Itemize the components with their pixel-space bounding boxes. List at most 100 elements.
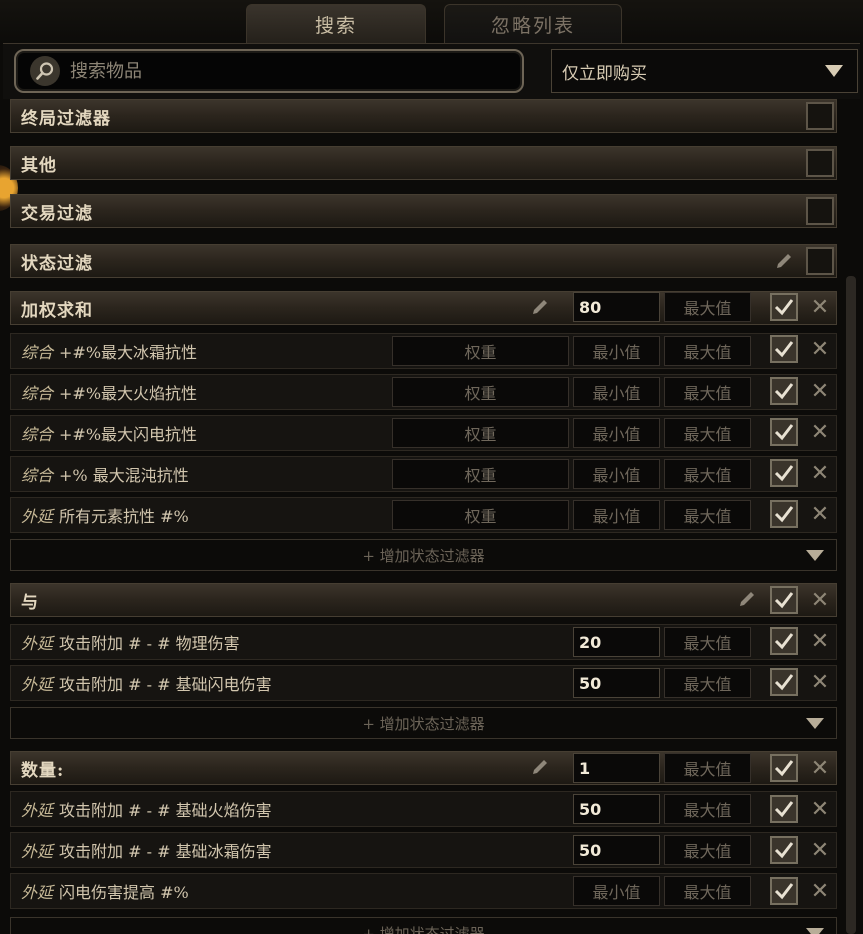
stat-enable-checkbox[interactable] [770, 795, 798, 823]
checkmark-icon [774, 883, 794, 900]
max-input[interactable]: 最大值 [664, 794, 751, 824]
min-input[interactable]: 最小值 [573, 459, 660, 489]
group-min-input[interactable]: 80 [573, 292, 660, 322]
stat-text: 攻击附加 # - # 基础冰霜伤害 [59, 842, 272, 861]
triangle-down-icon [806, 718, 824, 729]
add-stat-filter-button[interactable]: + 增加状态过滤器 [10, 539, 837, 571]
category-endgame-filters[interactable]: 终局过滤器 [10, 99, 837, 133]
x-icon[interactable]: ✕ [808, 418, 832, 446]
search-input[interactable] [68, 59, 492, 83]
purchase-type-select[interactable]: 仅立即购买 [551, 49, 858, 93]
scrollbar[interactable] [846, 276, 856, 934]
max-input[interactable]: 最大值 [664, 876, 751, 906]
category-checkbox[interactable] [806, 247, 834, 275]
weight-input[interactable]: 权重 [392, 459, 569, 489]
filter-list: 终局过滤器 其他 交易过滤 状态过滤 加权求和 80 最大值 ✕ 综合 +#%最大… [0, 99, 863, 934]
min-input[interactable]: 最小值 [573, 336, 660, 366]
min-input[interactable]: 50 [573, 794, 660, 824]
group-max-input[interactable]: 最大值 [664, 753, 751, 783]
category-checkbox[interactable] [806, 149, 834, 177]
stat-enable-checkbox[interactable] [770, 418, 798, 446]
category-checkbox[interactable] [806, 102, 834, 130]
group-enable-checkbox[interactable] [770, 586, 798, 614]
stat-enable-checkbox[interactable] [770, 877, 798, 905]
stat-text: 攻击附加 # - # 物理伤害 [59, 634, 240, 653]
stat-prefix: 外延 [21, 842, 54, 861]
stat-text: +% 最大混沌抗性 [59, 466, 189, 485]
x-icon[interactable]: ✕ [808, 335, 832, 363]
x-icon[interactable]: ✕ [808, 877, 832, 905]
x-icon[interactable]: ✕ [808, 627, 832, 655]
add-stat-filter-button[interactable]: + 增加状态过滤器 [10, 917, 837, 934]
category-trade-filters[interactable]: 交易过滤 [10, 194, 837, 228]
add-stat-filter-button[interactable]: + 增加状态过滤器 [10, 707, 837, 739]
checkmark-icon [774, 383, 794, 400]
weight-input[interactable]: 权重 [392, 377, 569, 407]
group-and-header[interactable]: 与 [10, 583, 837, 617]
x-icon[interactable]: ✕ [808, 836, 832, 864]
tab-search[interactable]: 搜索 [246, 4, 426, 44]
min-input[interactable]: 最小值 [573, 377, 660, 407]
min-input[interactable]: 最小值 [573, 876, 660, 906]
category-checkbox[interactable] [806, 197, 834, 225]
min-input[interactable]: 最小值 [573, 418, 660, 448]
stat-text: +#%最大闪电抗性 [59, 425, 198, 444]
stat-enable-checkbox[interactable] [770, 377, 798, 405]
stat-prefix: 综合 [21, 425, 54, 444]
checkmark-icon [774, 842, 794, 859]
weight-input[interactable]: 权重 [392, 336, 569, 366]
tab-ignore-list[interactable]: 忽略列表 [444, 4, 622, 44]
max-input[interactable]: 最大值 [664, 627, 751, 657]
max-input[interactable]: 最大值 [664, 668, 751, 698]
stat-text: 攻击附加 # - # 基础闪电伤害 [59, 675, 272, 694]
stat-enable-checkbox[interactable] [770, 500, 798, 528]
pencil-icon[interactable] [774, 251, 796, 273]
group-label: 加权求和 [21, 300, 93, 321]
max-input[interactable]: 最大值 [664, 418, 751, 448]
x-icon[interactable]: ✕ [808, 586, 832, 614]
checkmark-icon [774, 801, 794, 818]
triangle-down-icon [806, 550, 824, 561]
min-input[interactable]: 50 [573, 668, 660, 698]
max-input[interactable]: 最大值 [664, 336, 751, 366]
x-icon[interactable]: ✕ [808, 459, 832, 487]
stat-prefix: 综合 [21, 384, 54, 403]
x-icon[interactable]: ✕ [808, 500, 832, 528]
stat-prefix: 外延 [21, 801, 54, 820]
category-stat-filters[interactable]: 状态过滤 [10, 244, 837, 278]
group-enable-checkbox[interactable] [770, 754, 798, 782]
stat-prefix: 外延 [21, 883, 54, 902]
category-label: 其他 [21, 155, 57, 176]
pencil-icon[interactable] [530, 297, 552, 319]
x-icon[interactable]: ✕ [808, 754, 832, 782]
weight-input[interactable]: 权重 [392, 500, 569, 530]
group-max-input[interactable]: 最大值 [664, 292, 751, 322]
category-misc[interactable]: 其他 [10, 146, 837, 180]
chevron-down-icon [825, 65, 843, 77]
group-enable-checkbox[interactable] [770, 293, 798, 321]
x-icon[interactable]: ✕ [808, 377, 832, 405]
x-icon[interactable]: ✕ [808, 795, 832, 823]
stat-enable-checkbox[interactable] [770, 627, 798, 655]
stat-enable-checkbox[interactable] [770, 335, 798, 363]
x-icon[interactable]: ✕ [808, 668, 832, 696]
stat-enable-checkbox[interactable] [770, 668, 798, 696]
max-input[interactable]: 最大值 [664, 835, 751, 865]
pencil-icon[interactable] [737, 589, 759, 611]
stat-enable-checkbox[interactable] [770, 459, 798, 487]
min-input[interactable]: 20 [573, 627, 660, 657]
pencil-icon[interactable] [530, 757, 552, 779]
group-label: 与 [21, 592, 39, 613]
max-input[interactable]: 最大值 [664, 500, 751, 530]
stat-enable-checkbox[interactable] [770, 836, 798, 864]
min-input[interactable]: 50 [573, 835, 660, 865]
max-input[interactable]: 最大值 [664, 377, 751, 407]
weight-input[interactable]: 权重 [392, 418, 569, 448]
checkmark-icon [774, 341, 794, 358]
search-box[interactable] [14, 49, 524, 93]
max-input[interactable]: 最大值 [664, 459, 751, 489]
group-min-input[interactable]: 1 [573, 753, 660, 783]
min-input[interactable]: 最小值 [573, 500, 660, 530]
x-icon[interactable]: ✕ [808, 293, 832, 321]
group-label: 数量: [21, 760, 65, 781]
